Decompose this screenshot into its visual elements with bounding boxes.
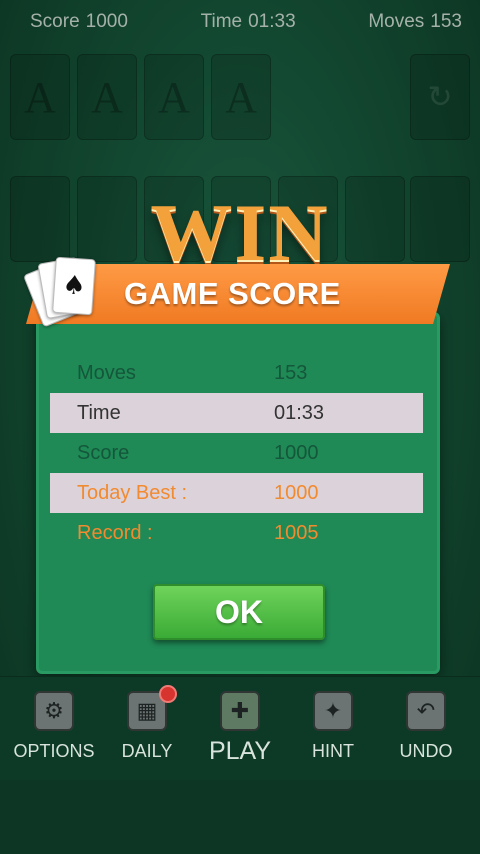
play-label: PLAY bbox=[208, 737, 272, 765]
daily-label: DAILY bbox=[121, 741, 173, 761]
cards-icon: ♠ bbox=[22, 252, 98, 328]
lightbulb-icon: ✦ bbox=[313, 691, 353, 731]
undo-label: UNDO bbox=[399, 741, 453, 761]
daily-button[interactable]: ▦ DAILY bbox=[99, 685, 195, 762]
bottom-toolbar: ⚙ OPTIONS ▦ DAILY ✚ PLAY ✦ HINT ↶ UNDO bbox=[0, 676, 480, 780]
notification-badge bbox=[159, 685, 177, 703]
bottom-strip bbox=[0, 780, 480, 854]
row-label: Record : bbox=[77, 521, 153, 544]
stat-row-record: Record : 1005 bbox=[50, 513, 423, 553]
stat-row-score: Score 1000 bbox=[50, 433, 423, 473]
options-label: OPTIONS bbox=[13, 741, 95, 761]
row-value: 1005 bbox=[274, 521, 319, 544]
row-label: Today Best : bbox=[77, 481, 188, 504]
stat-row-today-best: Today Best : 1000 bbox=[50, 473, 423, 513]
play-button[interactable]: ✚ PLAY bbox=[192, 691, 288, 766]
hint-button[interactable]: ✦ HINT bbox=[285, 691, 381, 762]
stat-row-moves: Moves 153 bbox=[50, 353, 423, 393]
row-label: Moves bbox=[77, 361, 136, 384]
row-value: 153 bbox=[274, 361, 308, 384]
undo-button[interactable]: ↶ UNDO bbox=[378, 691, 474, 762]
row-value: 1000 bbox=[274, 481, 319, 504]
row-label: Score bbox=[77, 441, 130, 464]
spade-card-icon: ♠ bbox=[52, 256, 96, 316]
options-button[interactable]: ⚙ OPTIONS bbox=[6, 691, 102, 762]
gamepad-icon: ✚ bbox=[220, 691, 260, 731]
row-value: 1000 bbox=[274, 441, 319, 464]
row-label: Time bbox=[77, 401, 121, 424]
undo-icon: ↶ bbox=[406, 691, 446, 731]
ok-button[interactable]: OK bbox=[153, 584, 325, 640]
hint-label: HINT bbox=[312, 741, 354, 761]
stat-row-time: Time 01:33 bbox=[50, 393, 423, 433]
gear-icon: ⚙ bbox=[34, 691, 74, 731]
row-value: 01:33 bbox=[274, 401, 325, 424]
